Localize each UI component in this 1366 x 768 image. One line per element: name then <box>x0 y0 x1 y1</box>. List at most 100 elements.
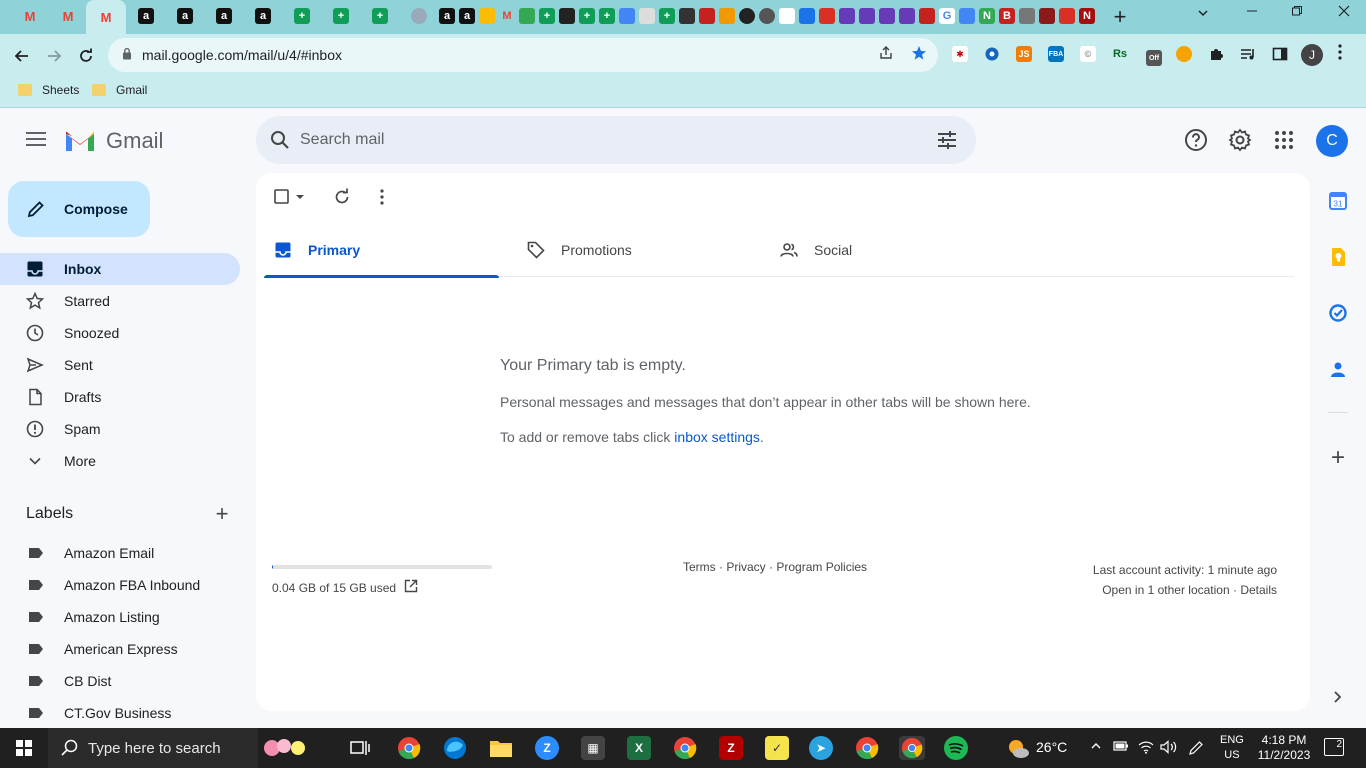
refresh-icon[interactable] <box>332 187 352 207</box>
chrome-profile-2-icon[interactable] <box>855 736 879 760</box>
notification-center-icon[interactable]: 2 <box>1324 738 1344 756</box>
restore-button[interactable] <box>1282 4 1312 22</box>
tab-drive-1[interactable] <box>478 6 496 26</box>
tab-sheets-7[interactable]: + <box>658 6 676 26</box>
wifi-icon[interactable] <box>1138 740 1154 757</box>
extension-rs[interactable]: Rs <box>1112 46 1128 62</box>
tab-amazon-1[interactable]: a <box>136 6 156 26</box>
tab-app-5[interactable] <box>698 6 716 26</box>
tab-app-1[interactable] <box>558 6 576 26</box>
extension-off[interactable]: Off <box>1146 50 1162 66</box>
sticky-notes-icon[interactable]: ✓ <box>765 736 789 760</box>
tab-app-10[interactable] <box>798 6 816 26</box>
tab-forms-3[interactable] <box>878 6 896 26</box>
sidebar-item-starred[interactable]: Starred <box>0 285 240 317</box>
tab-app-13[interactable] <box>958 6 976 26</box>
create-label-button[interactable]: + <box>212 503 232 525</box>
tab-sheets-4[interactable]: + <box>538 6 556 26</box>
search-options-icon[interactable] <box>936 130 958 150</box>
account-avatar[interactable]: C <box>1316 125 1348 157</box>
tab-promotions[interactable]: Promotions <box>517 225 752 277</box>
sidebar-item-snoozed[interactable]: Snoozed <box>0 317 240 349</box>
edge-icon[interactable] <box>443 736 467 760</box>
tab-primary[interactable]: Primary <box>264 225 499 278</box>
chrome-icon[interactable] <box>397 736 421 760</box>
zoom-icon[interactable]: Z <box>535 736 559 760</box>
extension-1[interactable]: ✱ <box>952 46 968 62</box>
reload-button[interactable] <box>72 42 100 70</box>
label-item-american-express[interactable]: American Express <box>0 633 240 665</box>
battery-icon[interactable] <box>1113 740 1129 755</box>
tab-forms-2[interactable] <box>858 6 876 26</box>
details-link[interactable]: Details <box>1240 583 1277 597</box>
tab-social[interactable]: Social <box>770 225 1005 277</box>
pen-icon[interactable] <box>1188 740 1204 759</box>
tab-app-3[interactable] <box>638 6 656 26</box>
sidebar-item-sent[interactable]: Sent <box>0 349 240 381</box>
tab-app-11[interactable] <box>818 6 836 26</box>
extension-js[interactable]: JS <box>1016 46 1032 62</box>
bookmark-sheets[interactable]: Sheets <box>18 83 79 97</box>
weather-temperature[interactable]: 26°C <box>1036 739 1067 755</box>
bookmark-star-icon[interactable] <box>911 45 927 66</box>
bookmark-gmail[interactable]: Gmail <box>92 83 147 97</box>
label-item-amazon-listing[interactable]: Amazon Listing <box>0 601 240 633</box>
tab-app-6[interactable] <box>718 6 736 26</box>
program-policies-link[interactable]: Program Policies <box>776 560 867 574</box>
tab-app-14[interactable]: N <box>978 6 996 26</box>
tab-forms-1[interactable] <box>838 6 856 26</box>
tab-app-2[interactable] <box>618 6 636 26</box>
help-icon[interactable] <box>1184 128 1208 152</box>
tab-app-18[interactable] <box>1058 6 1076 26</box>
windows-start-icon[interactable] <box>16 740 32 756</box>
file-explorer-icon[interactable] <box>489 736 513 760</box>
tab-app-8[interactable] <box>758 6 776 26</box>
taskbar-clock[interactable]: 4:18 PM 11/2/2023 <box>1256 733 1312 763</box>
tab-sheets-2[interactable]: + <box>331 6 351 26</box>
tab-gmail-active[interactable]: M <box>86 0 126 34</box>
tab-gmail-2[interactable]: M <box>58 6 78 26</box>
input-language[interactable]: ENG US <box>1220 733 1244 763</box>
tab-app-9[interactable] <box>778 6 796 26</box>
select-menu-caret-icon[interactable] <box>294 187 306 207</box>
search-icon[interactable] <box>270 130 290 150</box>
chrome-active-icon[interactable] <box>899 736 925 760</box>
label-item-ct-gov-business[interactable]: CT.Gov Business <box>0 697 240 729</box>
sidebar-item-more[interactable]: More <box>0 445 240 477</box>
tab-amazon-2[interactable]: a <box>175 6 195 26</box>
spotify-icon[interactable] <box>944 736 968 760</box>
contacts-icon[interactable] <box>1328 359 1348 379</box>
extension-fba[interactable]: FBA <box>1048 46 1064 62</box>
select-checkbox[interactable] <box>272 187 292 207</box>
main-menu-button[interactable] <box>24 128 48 152</box>
external-link-icon[interactable] <box>404 579 418 593</box>
flowers-widget-icon[interactable] <box>262 736 306 760</box>
tab-app-4[interactable] <box>678 6 696 26</box>
terms-link[interactable]: Terms <box>683 560 716 574</box>
gear-icon[interactable] <box>1228 128 1252 152</box>
calculator-icon[interactable]: ▦ <box>581 736 605 760</box>
tab-app-12[interactable] <box>918 6 936 26</box>
excel-icon[interactable]: X <box>627 736 651 760</box>
sidebar-item-spam[interactable]: Spam <box>0 413 240 445</box>
tab-amazon-5[interactable]: a <box>438 6 456 26</box>
telegram-icon[interactable]: ➤ <box>809 736 833 760</box>
forward-button[interactable] <box>40 42 68 70</box>
label-item-amazon-fba-inbound[interactable]: Amazon FBA Inbound <box>0 569 240 601</box>
label-item-amazon-email[interactable]: Amazon Email <box>0 537 240 569</box>
tab-gmail-1[interactable]: M <box>20 6 40 26</box>
chevron-up-icon[interactable] <box>1090 740 1102 755</box>
sidebar-item-inbox[interactable]: Inbox <box>0 253 240 285</box>
tab-amazon-6[interactable]: a <box>458 6 476 26</box>
share-icon[interactable] <box>878 45 894 66</box>
weather-icon[interactable] <box>1006 736 1030 760</box>
back-button[interactable] <box>8 42 36 70</box>
inbox-settings-link[interactable]: inbox settings <box>674 429 760 445</box>
extension-4[interactable] <box>1176 46 1192 62</box>
tab-forms-4[interactable] <box>898 6 916 26</box>
tab-app-19[interactable]: N <box>1078 6 1096 26</box>
task-view-icon[interactable] <box>348 736 372 760</box>
tab-sheets-3[interactable]: + <box>370 6 390 26</box>
minimize-button[interactable] <box>1237 4 1267 22</box>
tab-amazon-4[interactable]: a <box>253 6 273 26</box>
